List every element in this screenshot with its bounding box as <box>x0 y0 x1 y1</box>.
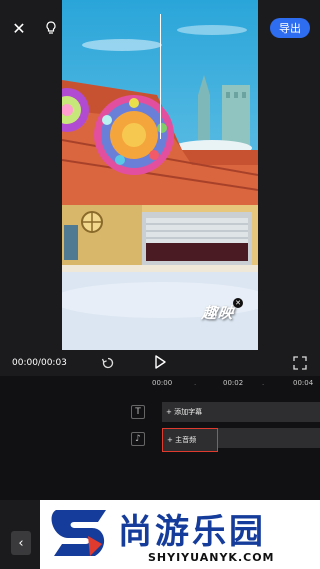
banner-subtitle: SHYIYUANYK.COM <box>148 551 275 564</box>
play-button[interactable] <box>152 354 168 374</box>
tips-button[interactable] <box>38 15 64 41</box>
undo-icon <box>101 357 114 369</box>
undo-button[interactable] <box>101 355 115 374</box>
fullscreen-button[interactable] <box>293 355 307 374</box>
close-icon: ✕ <box>12 18 26 38</box>
close-icon: ✕ <box>235 299 241 307</box>
lightbulb-icon <box>46 21 56 34</box>
banner-title: 尚游乐园 <box>118 512 266 552</box>
chevron-left-icon: ‹ <box>18 535 24 551</box>
export-button[interactable]: 导出 <box>270 18 310 38</box>
time-tick: 00:04 <box>293 379 314 387</box>
site-banner: 尚游乐园 SHYIYUANYK.COM <box>40 500 320 569</box>
music-track-icon: ♪ <box>131 432 145 446</box>
watermark-text[interactable]: 趣映 <box>201 302 236 323</box>
play-icon <box>155 355 166 369</box>
add-subtitle-track[interactable]: + 添加字幕 <box>162 402 320 422</box>
time-tick: 00:02 <box>223 379 244 387</box>
watermark-close-button[interactable]: ✕ <box>233 298 243 308</box>
playhead[interactable] <box>160 14 161 139</box>
fullscreen-icon <box>293 356 307 370</box>
site-logo <box>51 510 106 556</box>
time-tick: 00:00 <box>152 379 173 387</box>
text-track-icon: T <box>131 405 145 419</box>
back-button[interactable]: ‹ <box>11 531 31 555</box>
main-audio-track[interactable]: + 主音频 <box>162 428 218 452</box>
tick-dot: · <box>262 381 265 389</box>
time-display: 00:00/00:03 <box>12 358 67 368</box>
tick-dot: · <box>194 381 197 389</box>
close-button[interactable]: ✕ <box>6 15 32 41</box>
audio-track-body <box>218 428 320 448</box>
